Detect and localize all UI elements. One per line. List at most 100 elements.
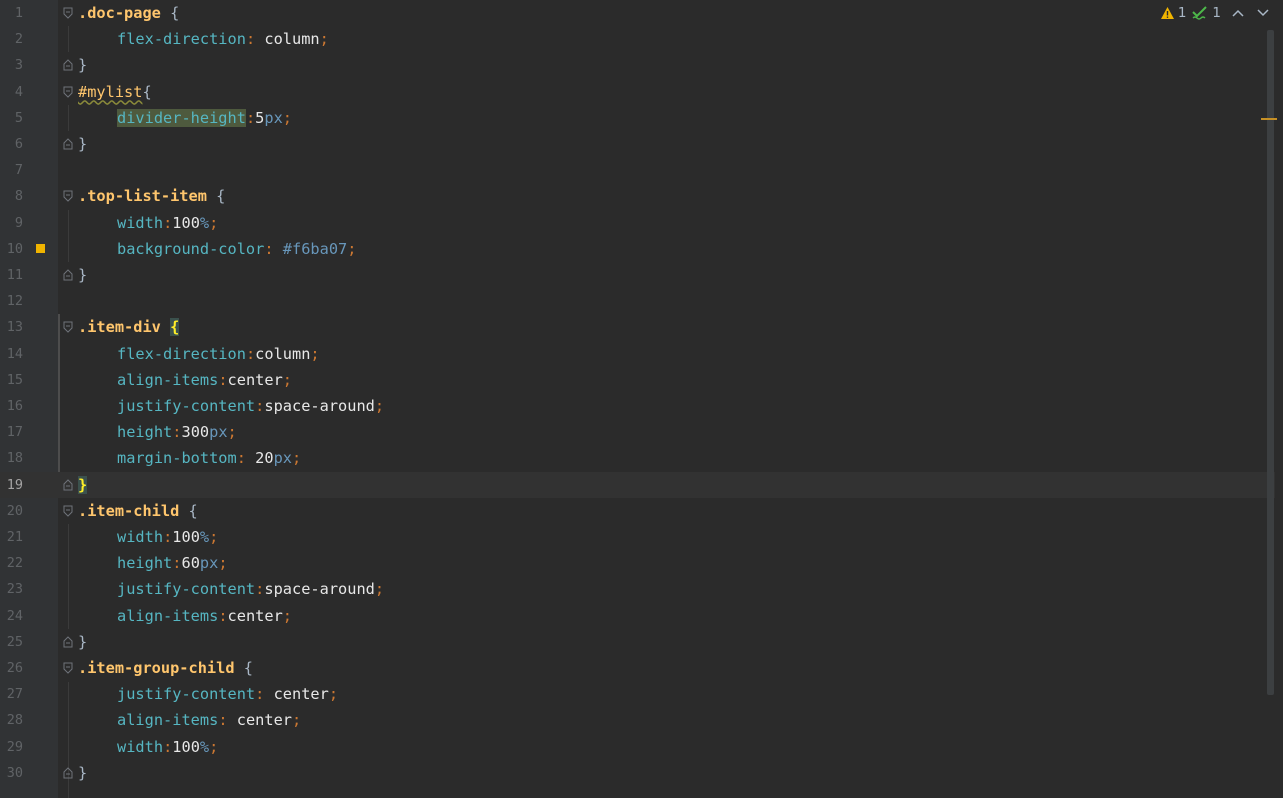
line-number: 11 xyxy=(6,267,23,283)
line-number: 25 xyxy=(6,633,23,650)
fold-close-icon[interactable] xyxy=(63,636,73,648)
fold-close-icon[interactable] xyxy=(63,478,73,491)
warning-icon xyxy=(1160,7,1174,19)
line-number: 23 xyxy=(6,581,23,598)
css-property: align-items xyxy=(117,370,219,389)
color-swatch-icon[interactable] xyxy=(36,244,45,254)
code-line-8: 8 .top-list-item { xyxy=(0,183,1275,209)
line-number: 29 xyxy=(6,738,23,755)
code-line-20: 20 .item-child { xyxy=(0,498,1275,524)
line-number: 14 xyxy=(6,345,23,362)
code-line-10: 10 background-color: #f6ba07; xyxy=(0,236,1275,262)
code-line-5: 5 divider-height:5px; xyxy=(0,105,1275,131)
css-property: background-color xyxy=(117,239,265,258)
css-property-warning: divider-height xyxy=(117,108,246,127)
chevron-down-icon xyxy=(1257,9,1269,17)
code-line-22: 22 height:60px; xyxy=(0,550,1275,576)
css-id-selector: #mylist xyxy=(78,82,143,101)
css-property: width xyxy=(117,528,164,546)
line-number: 9 xyxy=(14,214,23,231)
fold-close-icon[interactable] xyxy=(63,138,73,150)
line-number: 8 xyxy=(14,188,23,205)
warnings-indicator[interactable]: 1 xyxy=(1160,5,1187,21)
code-line-1: 1 .doc-page { xyxy=(0,0,1275,26)
code-line-9: 9 width:100%; xyxy=(0,210,1275,236)
css-property: align-items xyxy=(117,606,219,625)
line-number: 21 xyxy=(6,529,23,545)
fold-open-icon[interactable] xyxy=(63,321,73,334)
fold-close-icon[interactable] xyxy=(63,767,73,779)
chevron-up-icon xyxy=(1232,9,1244,17)
line-number: 16 xyxy=(6,398,23,414)
css-property: width xyxy=(117,737,164,756)
css-property: flex-direction xyxy=(117,344,246,363)
code-line-25: 25 } xyxy=(0,629,1275,655)
code-line-14: 14 flex-direction:column; xyxy=(0,341,1275,367)
vertical-scrollbar[interactable] xyxy=(1267,30,1274,695)
line-number: 1 xyxy=(14,5,23,21)
code-line-26: 26 .item-group-child { xyxy=(0,655,1275,681)
code-line-2: 2 flex-direction: column; xyxy=(0,26,1275,52)
fold-close-icon[interactable] xyxy=(63,269,73,281)
previous-highlight-button[interactable] xyxy=(1227,9,1249,17)
line-number-active: 19 xyxy=(6,476,23,493)
code-line-27: 27 justify-content: center; xyxy=(0,681,1275,707)
code-line-17: 17 height:300px; xyxy=(0,419,1275,445)
code-line-16: 16 justify-content:space-around; xyxy=(0,393,1275,419)
css-property: margin-bottom xyxy=(117,449,237,468)
next-highlight-button[interactable] xyxy=(1255,9,1271,17)
fold-open-icon[interactable] xyxy=(63,190,73,203)
css-selector: .item-child xyxy=(78,501,180,520)
warning-stripe-marker[interactable] xyxy=(1261,118,1277,120)
line-number: 22 xyxy=(6,555,23,572)
fold-open-icon[interactable] xyxy=(63,505,73,517)
css-property: justify-content xyxy=(117,685,256,704)
typos-indicator[interactable]: 1 xyxy=(1192,5,1221,21)
code-editor[interactable]: 1 .doc-page { 2 flex-direction: column; … xyxy=(0,0,1283,798)
css-property: height xyxy=(117,423,173,442)
line-number: 18 xyxy=(6,450,23,467)
line-number: 30 xyxy=(6,764,23,781)
css-property: width xyxy=(117,213,164,232)
line-number: 10 xyxy=(6,240,23,257)
css-property: justify-content xyxy=(117,397,256,415)
typos-count: 1 xyxy=(1212,5,1221,21)
spellcheck-icon xyxy=(1192,6,1208,20)
code-line-19-current: 19 } xyxy=(0,471,1275,498)
line-number: 28 xyxy=(6,712,23,729)
css-property: justify-content xyxy=(117,580,256,599)
line-number: 15 xyxy=(6,371,23,388)
css-property: height xyxy=(117,554,173,573)
css-selector: .item-div xyxy=(78,318,161,337)
css-property: align-items xyxy=(117,711,219,730)
fold-close-icon[interactable] xyxy=(63,59,73,71)
line-number: 20 xyxy=(6,502,23,519)
line-number: 2 xyxy=(14,31,23,48)
code-line-6: 6 } xyxy=(0,131,1275,157)
code-line-30: 30 } xyxy=(0,760,1275,786)
code-line-15: 15 align-items:center; xyxy=(0,367,1275,393)
css-selector: .item-group-child xyxy=(78,659,235,677)
code-line-18: 18 margin-bottom: 20px; xyxy=(0,445,1275,471)
fold-open-icon[interactable] xyxy=(63,7,73,19)
fold-open-icon[interactable] xyxy=(63,662,73,674)
line-number: 26 xyxy=(6,660,23,676)
line-number: 3 xyxy=(14,57,23,74)
line-number: 12 xyxy=(6,293,23,310)
line-number: 6 xyxy=(14,136,23,152)
code-line-3: 3 } xyxy=(0,52,1275,78)
line-number: 27 xyxy=(6,686,23,703)
line-number: 24 xyxy=(6,607,23,624)
line-number: 13 xyxy=(6,319,23,336)
line-number: 4 xyxy=(14,83,23,100)
fold-open-icon[interactable] xyxy=(63,86,73,98)
code-line-7: 7 xyxy=(0,157,1275,183)
code-line-12: 12 xyxy=(0,288,1275,314)
line-number: 17 xyxy=(6,424,23,441)
code-line-21: 21 width:100%; xyxy=(0,524,1275,550)
css-selector: .top-list-item xyxy=(78,187,207,206)
warnings-count: 1 xyxy=(1177,5,1187,21)
code-line-4: 4 #mylist{ xyxy=(0,79,1275,105)
code-line-23: 23 justify-content:space-around; xyxy=(0,576,1275,602)
code-line-28: 28 align-items: center; xyxy=(0,707,1275,733)
